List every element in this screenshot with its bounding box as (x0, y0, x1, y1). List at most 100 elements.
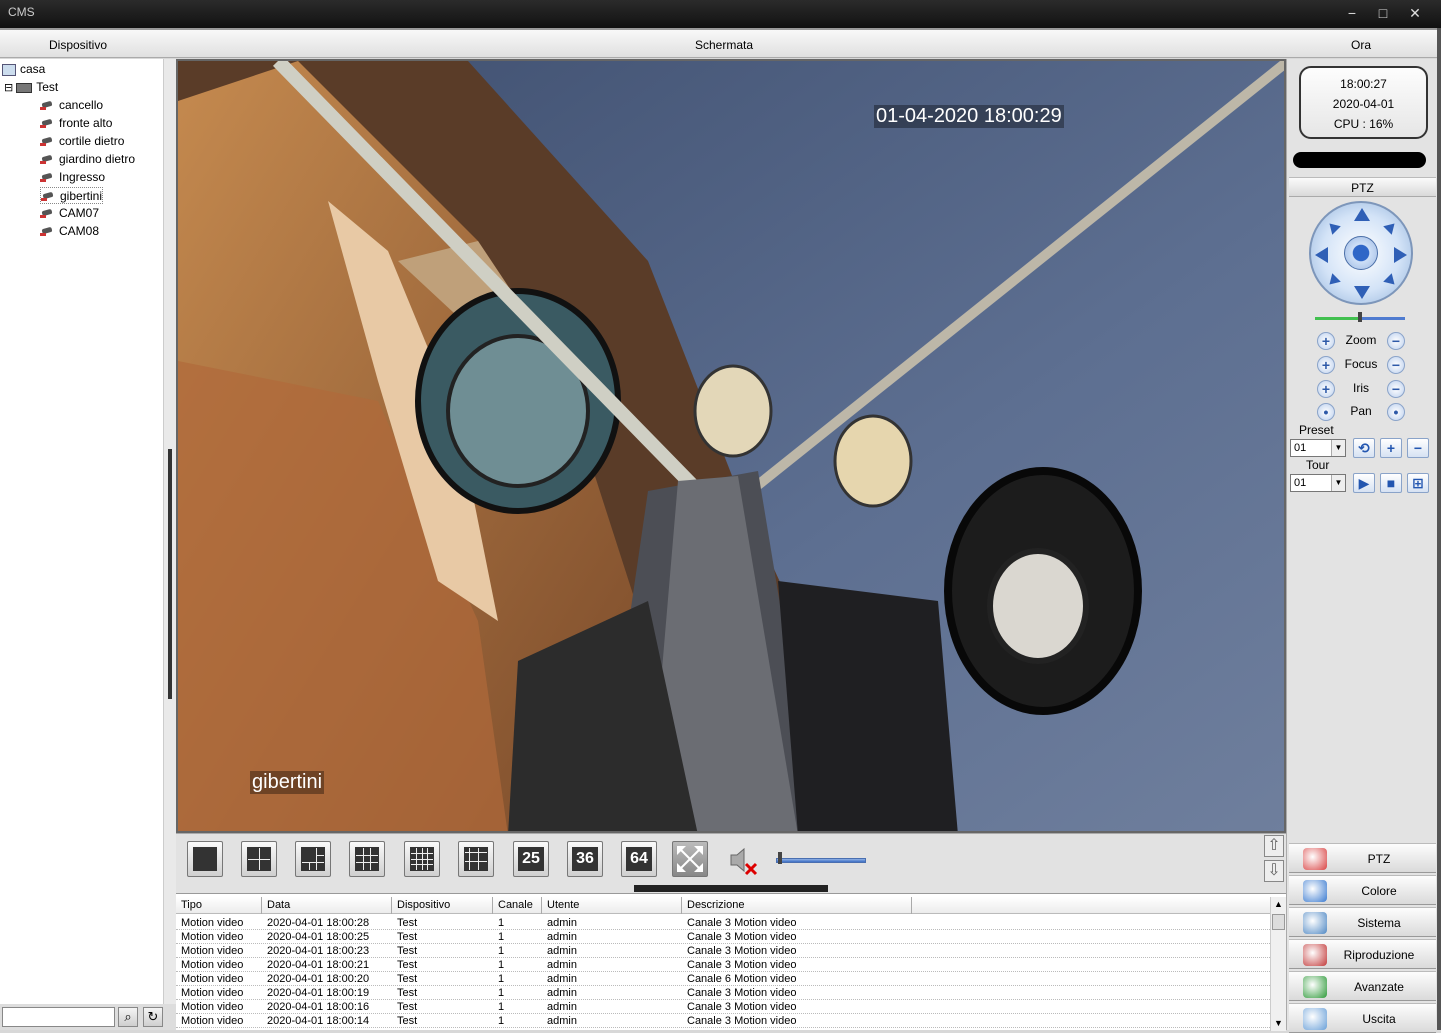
fullscreen-button[interactable] (672, 841, 708, 877)
log-collapse-handle[interactable] (634, 885, 828, 892)
minimize-button[interactable]: − (1341, 4, 1363, 22)
side-menu-ptz-button[interactable]: PTZ (1289, 843, 1436, 873)
ptz-up-icon[interactable] (1354, 208, 1370, 221)
log-cell: 1 (498, 959, 505, 971)
ptz-right-icon[interactable] (1394, 247, 1407, 263)
zoom-out-icon[interactable]: − (1387, 332, 1405, 350)
log-row[interactable]: Motion video 2020-04-01 18:00:23 Test 1 admi… (176, 944, 1270, 958)
log-column-header[interactable]: Dispositivo (392, 897, 493, 914)
ptz-speed-slider[interactable] (1315, 312, 1405, 322)
tree-root[interactable]: casa (2, 61, 45, 78)
tree-camera-item[interactable]: giardino dietro (40, 151, 135, 168)
scroll-down-icon[interactable]: ⇩ (1264, 860, 1284, 882)
preset-goto-icon[interactable]: ⟲ (1353, 438, 1375, 458)
mute-icon[interactable] (728, 844, 760, 876)
splitter-grip[interactable] (168, 449, 172, 699)
tree-camera-item[interactable]: Ingresso (40, 169, 105, 186)
tour-grid-icon[interactable]: ⊞ (1407, 473, 1429, 493)
menu-screen[interactable]: Schermata (695, 38, 753, 52)
side-menu-uscita-button[interactable]: Uscita (1289, 1003, 1436, 1033)
ptz-panel-header: PTZ (1289, 177, 1436, 197)
scroll-down-arrow-icon[interactable]: ▼ (1271, 1016, 1286, 1031)
tree-camera-item[interactable]: cortile dietro (40, 133, 124, 150)
log-row[interactable]: Motion video 2020-04-01 18:00:19 Test 1 admi… (176, 986, 1270, 1000)
tree-camera-item[interactable]: CAM07 (40, 205, 99, 222)
log-column-header[interactable]: Utente (542, 897, 682, 914)
color-icon (1303, 880, 1327, 902)
layout-25-label: 25 (518, 847, 544, 871)
close-button[interactable]: ✕ (1404, 4, 1426, 22)
side-menu-colore-button[interactable]: Colore (1289, 875, 1436, 905)
pan-left-icon[interactable]: • (1317, 403, 1335, 421)
layout-1-button[interactable] (187, 841, 223, 877)
side-menu-sistema-button[interactable]: Sistema (1289, 907, 1436, 937)
ptz-left-icon[interactable] (1315, 247, 1328, 263)
log-column-header[interactable]: Descrizione (682, 897, 912, 914)
log-scroll-thumb[interactable] (1272, 914, 1285, 930)
layout-13-button[interactable] (404, 841, 440, 877)
refresh-icon[interactable]: ↻ (143, 1007, 163, 1027)
volume-slider[interactable] (776, 858, 866, 863)
layout-9-button[interactable] (349, 841, 385, 877)
volume-slider-knob[interactable] (777, 852, 782, 864)
iris-open-icon[interactable]: + (1317, 380, 1335, 398)
log-row[interactable]: Motion video 2020-04-01 18:00:28 Test 1 admi… (176, 916, 1270, 930)
focus-in-icon[interactable]: + (1317, 356, 1335, 374)
preset-remove-icon[interactable]: − (1407, 438, 1429, 458)
log-cell: Test (397, 1001, 418, 1013)
tree-camera-item[interactable]: CAM08 (40, 223, 99, 240)
log-column-header[interactable]: Canale (493, 897, 542, 914)
magnifier-icon[interactable]: ⌕ (118, 1007, 138, 1027)
iris-close-icon[interactable]: − (1387, 380, 1405, 398)
focus-out-icon[interactable]: − (1387, 356, 1405, 374)
tree-group[interactable]: ⊟ Test (4, 79, 58, 96)
layout-16-button[interactable] (458, 841, 494, 877)
preset-label: Preset (1299, 423, 1334, 437)
log-row[interactable]: Motion video 2020-04-01 18:00:20 Test 1 admi… (176, 972, 1270, 986)
panel-splitter[interactable] (164, 59, 176, 1004)
layout-4-button[interactable] (241, 841, 277, 877)
log-row[interactable]: Motion video 2020-04-01 18:00:21 Test 1 admi… (176, 958, 1270, 972)
log-column-header[interactable]: Tipo (176, 897, 262, 914)
log-row[interactable]: Motion video 2020-04-01 18:00:25 Test 1 admi… (176, 930, 1270, 944)
layout-64-button[interactable]: 64 (621, 841, 657, 877)
menu-time[interactable]: Ora (1351, 38, 1371, 52)
log-column-header[interactable]: Data (262, 897, 392, 914)
ptz-up-left-icon[interactable] (1325, 219, 1341, 235)
tree-camera-item[interactable]: gibertini (40, 187, 104, 204)
scroll-up-arrow-icon[interactable]: ▲ (1271, 897, 1286, 912)
scroll-up-icon[interactable]: ⇧ (1264, 835, 1284, 857)
side-menu-avanzate-button[interactable]: Avanzate (1289, 971, 1436, 1001)
zoom-in-icon[interactable]: + (1317, 332, 1335, 350)
preset-select[interactable]: 01 ▼ (1290, 439, 1346, 457)
menu-device[interactable]: Dispositivo (49, 38, 107, 52)
log-cell: Motion video (181, 945, 244, 957)
pan-right-icon[interactable]: • (1387, 403, 1405, 421)
ptz-speed-knob[interactable] (1358, 312, 1362, 322)
video-viewport[interactable]: 01-04-2020 18:00:29 gibertini (176, 59, 1286, 833)
layout-6-button[interactable] (295, 841, 331, 877)
tree-camera-label: giardino dietro (59, 152, 136, 166)
layout-36-button[interactable]: 36 (567, 841, 603, 877)
log-cell: Test (397, 945, 418, 957)
tour-select[interactable]: 01 ▼ (1290, 474, 1346, 492)
layout-25-button[interactable]: 25 (513, 841, 549, 877)
ptz-down-left-icon[interactable] (1325, 273, 1341, 289)
tour-play-icon[interactable]: ▶ (1353, 473, 1375, 493)
search-input[interactable] (2, 1007, 115, 1027)
maximize-button[interactable]: □ (1372, 4, 1394, 22)
ptz-down-icon[interactable] (1354, 286, 1370, 299)
log-row[interactable]: Motion video 2020-04-01 18:00:14 Test 1 admi… (176, 1014, 1270, 1028)
ptz-direction-pad[interactable] (1309, 201, 1413, 305)
tree-camera-item[interactable]: cancello (40, 97, 103, 114)
log-row[interactable]: Motion video 2020-04-01 18:00:16 Test 1 admi… (176, 1000, 1270, 1014)
preset-add-icon[interactable]: + (1380, 438, 1402, 458)
collapse-icon[interactable]: ⊟ (4, 82, 13, 94)
ptz-center-icon[interactable] (1344, 236, 1378, 270)
log-scrollbar[interactable]: ▲ ▼ (1270, 897, 1286, 1031)
ptz-down-right-icon[interactable] (1383, 273, 1399, 289)
ptz-up-right-icon[interactable] (1383, 219, 1399, 235)
tree-camera-item[interactable]: fronte alto (40, 115, 112, 132)
tour-stop-icon[interactable]: ■ (1380, 473, 1402, 493)
side-menu-riproduzione-button[interactable]: Riproduzione (1289, 939, 1436, 969)
